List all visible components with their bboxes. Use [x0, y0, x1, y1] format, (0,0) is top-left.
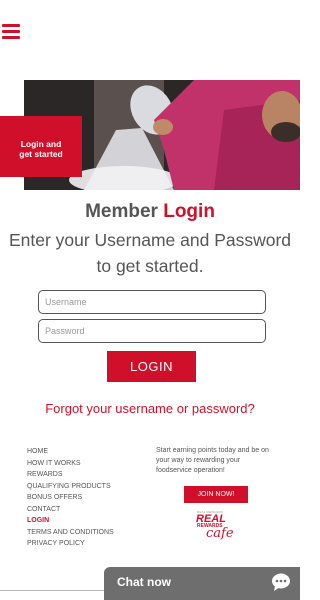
hamburger-menu-icon[interactable] [2, 24, 20, 40]
username-input[interactable] [38, 290, 266, 314]
page-title-prefix: Member [85, 201, 164, 222]
forgot-credentials-link[interactable]: Forgot your username or password? [0, 401, 300, 416]
footer-nav-contact[interactable]: CONTACT [27, 504, 114, 516]
hero-badge-line1: Login and [20, 139, 62, 149]
footer-nav-rewards[interactable]: REWARDS [27, 469, 114, 481]
footer-nav-privacy[interactable]: PRIVACY POLICY [27, 538, 114, 550]
join-now-button[interactable]: JOIN NOW! [184, 486, 248, 503]
footer-divider [0, 590, 110, 591]
hero-badge-line2: get started [19, 149, 63, 159]
chat-widget[interactable]: Chat now [104, 567, 300, 600]
password-input[interactable] [38, 319, 266, 343]
footer-nav-bonus-offers[interactable]: BONUS OFFERS [27, 492, 114, 504]
logo-cafe: cafe [206, 526, 234, 541]
real-rewards-cafe-logo: REAL REWARDS REAL REWARDS cafe [194, 510, 240, 542]
footer-nav-how-it-works[interactable]: HOW IT WORKS [27, 458, 114, 470]
promo-text: Start earning points today and be on you… [156, 447, 269, 474]
footer-nav-terms[interactable]: TERMS AND CONDITIONS [27, 527, 114, 539]
chat-label: Chat now [117, 575, 171, 589]
footer-nav: HOME HOW IT WORKS REWARDS QUALIFYING PRO… [27, 446, 114, 550]
chat-bubble-icon [272, 573, 290, 591]
page-title-accent: Login [163, 201, 215, 222]
hero-badge: Login and get started [0, 116, 82, 177]
footer-nav-login[interactable]: LOGIN [27, 515, 114, 527]
login-button[interactable]: LOGIN [107, 351, 196, 382]
page-subtitle: Enter your Username and Password to get … [8, 230, 292, 276]
footer-nav-qualifying-products[interactable]: QUALIFYING PRODUCTS [27, 481, 114, 493]
footer-nav-home[interactable]: HOME [27, 446, 114, 458]
page-title: Member Login [0, 201, 300, 223]
